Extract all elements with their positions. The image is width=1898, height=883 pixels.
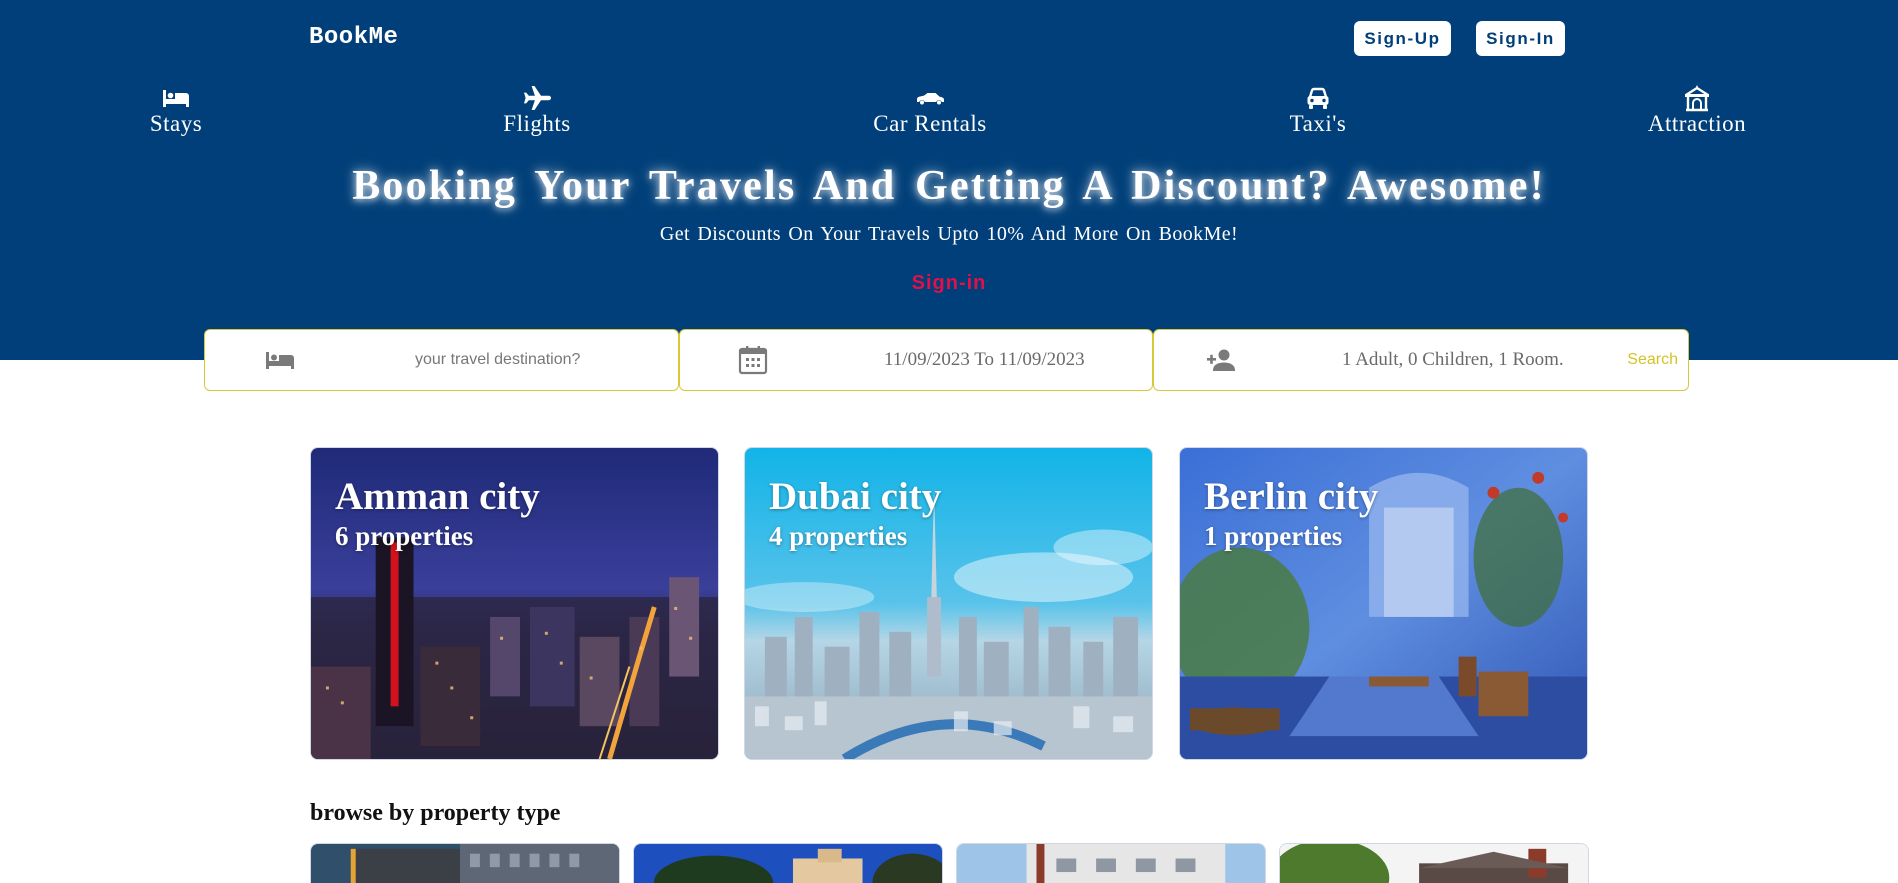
- property-photo: [957, 844, 1265, 883]
- nav-item-car-rentals[interactable]: Car Rentals: [840, 84, 1020, 137]
- app-logo[interactable]: BookMe: [309, 24, 398, 51]
- date-range-value[interactable]: 11/09/2023 To 11/09/2023: [884, 330, 1085, 390]
- nav-label: Attraction: [1647, 111, 1747, 136]
- search-button[interactable]: Search: [1627, 330, 1678, 390]
- nav-label: Car Rentals: [873, 111, 987, 136]
- property-type-section-title: browse by property type: [310, 800, 561, 826]
- guests-value[interactable]: 1 Adult, 0 Children, 1 Room.: [1342, 330, 1564, 390]
- signin-button[interactable]: Sign-In: [1476, 21, 1565, 56]
- plane-icon: [447, 84, 627, 112]
- city-name: Berlin city: [1204, 475, 1379, 518]
- nav-item-taxis[interactable]: Taxi's: [1228, 84, 1408, 137]
- nav-item-flights[interactable]: Flights: [447, 84, 627, 137]
- nav-item-attraction[interactable]: Attraction: [1607, 84, 1787, 137]
- city-card-amman[interactable]: Amman city 6 properties: [310, 447, 719, 760]
- hero-signin-link[interactable]: Sign-in: [0, 272, 1898, 295]
- calendar-icon: [738, 330, 768, 390]
- nav-item-stays[interactable]: Stays: [86, 84, 266, 137]
- nav-label: Stays: [149, 111, 203, 136]
- property-type-card[interactable]: [633, 843, 943, 883]
- nav-label: Taxi's: [1289, 111, 1347, 136]
- destination-field[interactable]: your travel destination?: [204, 329, 679, 391]
- property-photo: [634, 844, 942, 883]
- bed-icon: [86, 84, 266, 112]
- add-person-icon: [1206, 330, 1238, 390]
- city-name: Dubai city: [769, 475, 942, 518]
- city-property-count: 6 properties: [335, 521, 474, 551]
- property-type-card[interactable]: [1279, 843, 1589, 883]
- city-property-count: 1 properties: [1204, 521, 1343, 551]
- bed-icon: [265, 330, 295, 390]
- car-icon: [840, 84, 1020, 112]
- property-photo: [1280, 844, 1588, 883]
- property-type-card[interactable]: [310, 843, 620, 883]
- destination-input[interactable]: your travel destination?: [415, 330, 580, 390]
- taxi-icon: [1228, 84, 1408, 112]
- property-photo: [311, 844, 619, 883]
- hero-banner: BookMe Sign-Up Sign-In Stays Flights Car…: [0, 0, 1898, 360]
- carousel-icon: [1607, 84, 1787, 112]
- date-range-field[interactable]: 11/09/2023 To 11/09/2023: [679, 329, 1153, 391]
- hero-headline: Booking Your Travels And Getting A Disco…: [352, 163, 1546, 209]
- nav-label: Flights: [503, 111, 571, 136]
- city-name: Amman city: [335, 475, 540, 518]
- city-property-count: 4 properties: [769, 521, 908, 551]
- guests-field[interactable]: 1 Adult, 0 Children, 1 Room. Search: [1153, 329, 1689, 391]
- city-card-dubai[interactable]: Dubai city 4 properties: [744, 447, 1153, 760]
- hero-subline: Get Discounts On Your Travels Upto 10% A…: [659, 223, 1239, 245]
- signup-button[interactable]: Sign-Up: [1354, 21, 1451, 56]
- city-card-berlin[interactable]: Berlin city 1 properties: [1179, 447, 1588, 760]
- property-type-card[interactable]: [956, 843, 1266, 883]
